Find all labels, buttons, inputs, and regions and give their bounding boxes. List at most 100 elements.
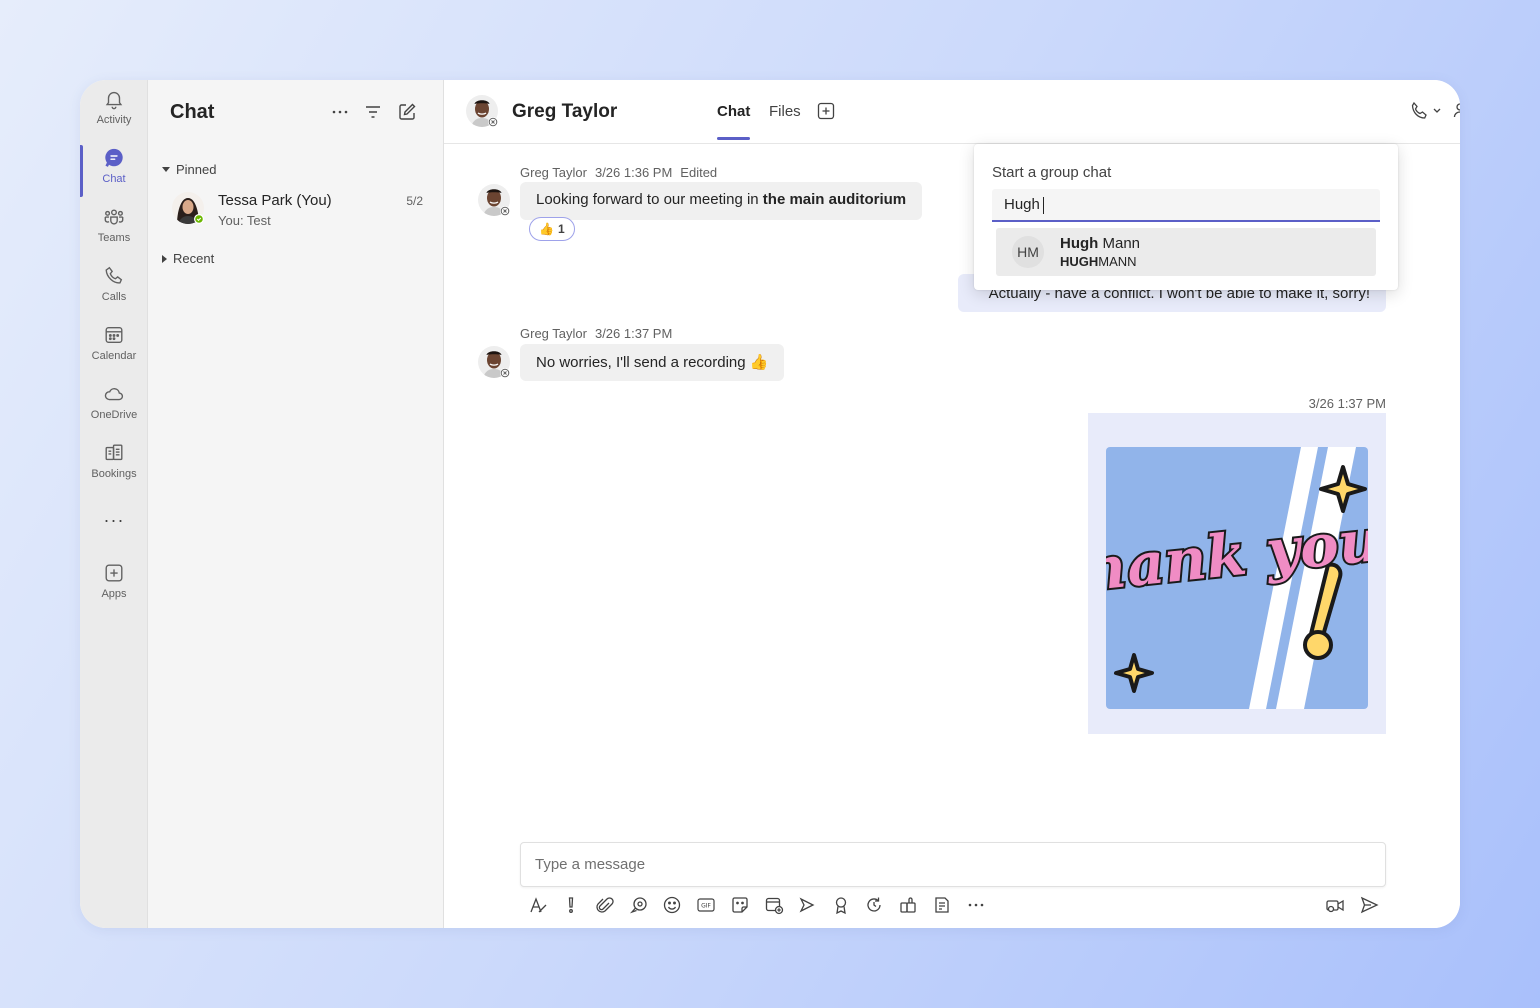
bookings-icon [105,444,123,461]
recent-label: Recent [173,251,215,266]
rail-label: Chat [102,173,126,185]
rail-label: Calls [101,291,127,303]
people-search-input[interactable]: Hugh [992,189,1380,222]
rail-onedrive[interactable]: OneDrive [80,383,148,439]
svg-text:GIF: GIF [701,903,711,910]
rail-label: Apps [101,588,127,600]
chat-item-name: Tessa Park (You) [218,192,332,209]
rail-more-button[interactable]: ··· [80,510,148,566]
add-people-icon[interactable] [1452,101,1460,128]
conversation-pane: Greg Taylor Chat Files Greg Taylor 3/26 1… [444,80,1460,928]
message-text: No worries, I'll send a recording 👍 [536,354,769,371]
more-options-icon[interactable] [330,102,350,122]
chat-icon [105,148,123,167]
message-bubble[interactable]: No worries, I'll send a recording 👍 [520,344,785,381]
call-icon[interactable] [1410,101,1444,126]
chat-item-date: 5/2 [406,194,423,208]
rail-label: OneDrive [90,409,138,421]
rail-activity[interactable]: Activity [80,88,148,144]
rail-teams[interactable]: Teams [80,206,148,262]
message-text: Looking forward to our meeting in [536,191,763,208]
more-icon: ··· [103,510,125,530]
thumbs-up-icon: 👍 [539,222,554,236]
message-input[interactable] [521,843,1385,886]
message-meta: Greg Taylor 3/26 1:36 PM Edited [520,165,725,180]
message-bold-text: the main auditorium [762,191,907,208]
popup-title: Start a group chat [992,164,1112,181]
group-chat-popup: Start a group chat Hugh HM Hugh Mann HUG… [974,144,1398,290]
chat-list-pane: Chat Pinned Tessa Park (You) You: Test 5… [148,80,444,928]
bell-icon [105,91,123,110]
avatar[interactable] [466,95,498,127]
attach-icon[interactable] [595,895,615,915]
loop-icon[interactable] [629,895,649,915]
more-options-icon[interactable] [966,895,986,915]
message-composer [520,842,1386,887]
stream-icon[interactable] [797,895,817,915]
search-query: Hugh [1004,196,1040,213]
cloud-icon [104,388,124,401]
message-time: 3/26 1:37 PM [1308,396,1386,411]
chevron-down-icon [162,167,170,172]
new-chat-icon[interactable] [397,102,417,122]
rail-bookings[interactable]: Bookings [80,442,148,498]
recent-section-toggle[interactable]: Recent [162,251,214,266]
avatar[interactable] [478,184,510,216]
rail-apps[interactable]: Apps [80,562,148,618]
apps-icon[interactable] [898,895,918,915]
avatar: HM [1012,236,1044,268]
sender-name: Greg Taylor [520,326,587,341]
rail-chat[interactable]: Chat [80,145,148,203]
reaction-count: 1 [557,222,565,236]
praise-icon[interactable] [831,895,851,915]
edited-label: Edited [680,165,718,180]
format-icon[interactable] [528,895,548,915]
teams-icon [104,209,124,225]
message-time: 3/26 1:36 PM [594,165,673,180]
teams-window: Activity Chat Teams Calls Calendar OneDr… [80,80,1460,928]
people-suggestion-hugh-mann[interactable]: HM Hugh Mann HUGHMANN [996,228,1376,276]
suggestion-name: Hugh Mann [1060,235,1141,252]
calendar-icon [105,326,123,344]
send-icon[interactable] [1359,895,1379,915]
schedule-meeting-icon[interactable] [764,895,784,915]
filter-icon[interactable] [363,102,383,122]
tab-files[interactable]: Files [769,103,801,120]
chat-list-title: Chat [170,101,215,123]
notes-icon[interactable] [932,895,952,915]
gif-icon[interactable]: GIF [696,895,716,915]
suggestion-username: HUGHMANN [1060,254,1137,269]
message-bubble[interactable]: Looking forward to our meeting in the ma… [520,182,923,220]
avatar[interactable] [478,346,510,378]
video-clip-icon[interactable] [1325,895,1345,915]
thank-you-sticker: thank you! [1106,447,1368,709]
reaction-badge[interactable]: 👍 1 [529,217,575,241]
chevron-right-icon [162,254,167,263]
message-meta: Greg Taylor 3/26 1:37 PM [520,326,680,341]
tab-chat[interactable]: Chat [717,103,751,140]
emoji-icon[interactable] [662,895,682,915]
conversation-header: Greg Taylor Chat Files [444,80,1460,144]
avatar [172,192,204,224]
refresh-icon[interactable] [864,895,884,915]
text-caret [1042,196,1044,214]
message-time: 3/26 1:37 PM [594,326,673,341]
chat-item-tessa-park[interactable]: Tessa Park (You) You: Test 5/2 [148,184,443,236]
sticker-icon[interactable] [730,895,750,915]
add-tab-icon[interactable] [817,102,835,125]
sticker-message[interactable]: thank you! [1088,413,1386,734]
sender-name: Greg Taylor [520,165,587,180]
apps-icon [105,564,123,582]
priority-icon[interactable] [561,895,581,915]
chat-item-preview: You: Test [218,213,271,228]
phone-icon [105,266,123,284]
app-rail: Activity Chat Teams Calls Calendar OneDr… [80,80,148,928]
rail-label: Activity [96,114,132,126]
rail-label: Calendar [91,350,137,362]
rail-label: Bookings [91,468,137,480]
rail-calendar[interactable]: Calendar [80,324,148,380]
rail-calls[interactable]: Calls [80,265,148,321]
conversation-title: Greg Taylor [512,101,618,122]
pinned-section-toggle[interactable]: Pinned [162,162,216,177]
pinned-label: Pinned [176,162,217,177]
